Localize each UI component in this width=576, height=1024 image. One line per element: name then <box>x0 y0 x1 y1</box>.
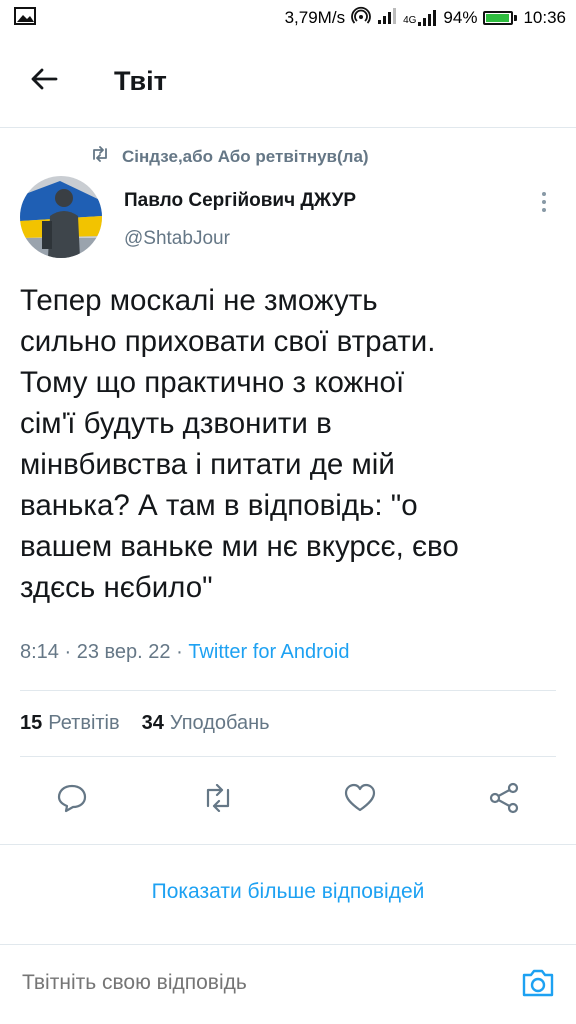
signal-icon <box>377 7 397 29</box>
meta-separator: · <box>170 641 189 663</box>
likes-label: Уподобань <box>169 712 270 734</box>
tweet-source-link[interactable]: Twitter for Android <box>188 641 349 663</box>
retweets-count: 15 <box>20 712 43 734</box>
share-icon <box>488 782 520 819</box>
network-speed: 3,79M/s <box>284 8 346 27</box>
camera-button[interactable] <box>518 965 558 1005</box>
author-name[interactable]: Павло Сергійович ДЖУР <box>124 190 356 212</box>
divider <box>0 844 576 845</box>
retweets-stat[interactable]: 15 Ретвітів <box>20 712 120 735</box>
avatar[interactable] <box>20 176 102 258</box>
arrow-left-icon <box>30 67 58 96</box>
like-icon <box>344 783 376 818</box>
retweet-icon <box>90 146 110 167</box>
image-icon <box>14 6 36 30</box>
more-vertical-icon <box>541 191 547 218</box>
divider <box>20 756 556 757</box>
tweet-text: Тепер москалі не зможуть сильно приховат… <box>20 284 459 604</box>
camera-icon <box>521 968 555 1003</box>
signal-4g-icon: 4G <box>403 10 437 26</box>
hotspot-icon <box>351 6 371 31</box>
likes-count: 34 <box>141 712 164 734</box>
share-button[interactable] <box>484 780 524 820</box>
network-type: 4G <box>403 15 417 26</box>
more-options-button[interactable] <box>532 190 556 218</box>
tweet-meta: 8:14 · 23 вер. 22 · Twitter for Android <box>20 641 350 664</box>
reply-icon <box>56 783 88 818</box>
page-title: Твіт <box>114 66 167 96</box>
meta-separator: · <box>58 641 77 663</box>
battery-icon <box>483 11 518 25</box>
top-app-bar: Твіт <box>0 36 576 128</box>
battery-percent: 94% <box>443 8 478 27</box>
tweet-date: 23 вер. 22 <box>76 641 171 663</box>
retweet-context-text: Сіндзе,або Або ретвітнув(ла) <box>122 146 369 166</box>
status-bar: 3,79M/s 4G 94% 10:36 <box>0 0 576 36</box>
reply-input[interactable] <box>22 971 492 995</box>
reply-button[interactable] <box>52 780 92 820</box>
author-handle[interactable]: @ShtabJour <box>124 228 230 250</box>
likes-stat[interactable]: 34 Уподобань <box>142 712 270 735</box>
divider <box>20 690 556 691</box>
back-button[interactable] <box>20 58 68 106</box>
show-more-replies-link[interactable]: Показати більше відповідей <box>0 866 576 918</box>
tweet-time: 8:14 <box>20 641 59 663</box>
retweet-icon <box>200 783 236 817</box>
battery-level <box>486 14 509 22</box>
retweet-context[interactable]: Сіндзе,або Або ретвітнув(ла) <box>90 146 369 167</box>
retweet-button[interactable] <box>198 780 238 820</box>
clock: 10:36 <box>523 8 566 27</box>
tweet-stats: 15 Ретвітів 34 Уподобань <box>20 712 270 735</box>
reply-bar <box>0 944 576 1024</box>
retweets-label: Ретвітів <box>48 712 120 734</box>
like-button[interactable] <box>340 780 380 820</box>
